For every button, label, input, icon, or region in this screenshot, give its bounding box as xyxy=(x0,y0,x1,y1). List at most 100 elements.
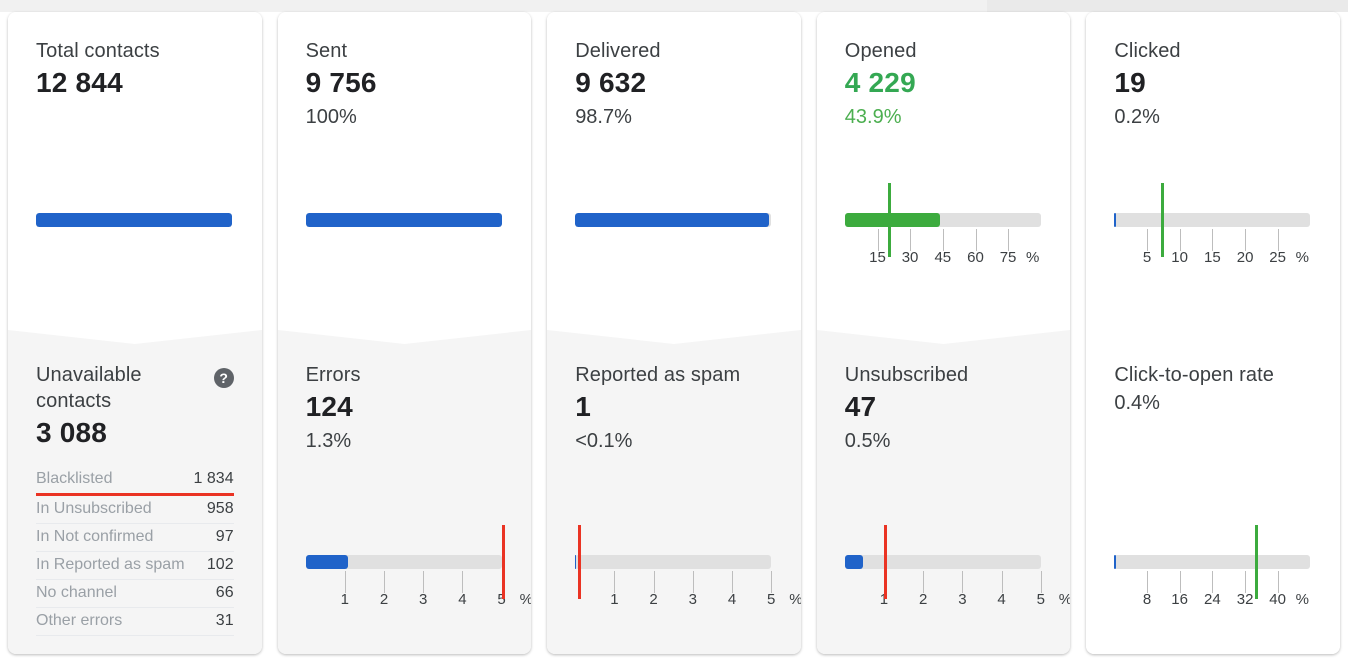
card-5-bottom-gauge-tick-40 xyxy=(1277,571,1279,593)
card-3-bottom-percent: <0.1% xyxy=(575,430,633,452)
card-3-lower-content: Reported as spam 1 <0.1% 1 2 3 4 5% xyxy=(547,344,801,608)
card-3-bottom-gauge-wrap: 1 2 3 4 5% xyxy=(575,525,801,608)
stat-card-3[interactable]: Delivered 9 632 98.7% Reported as spam 1 <0.1… xyxy=(547,12,801,654)
card-4-top-gauge: 15 30 45 60 75% xyxy=(844,183,1041,266)
card-2-bottom-gauge-ticklabel-4: 4 xyxy=(458,591,467,608)
card-3-bottom-gauge-ticklabel-2: 2 xyxy=(649,591,658,608)
card-2-top-percent: 100% xyxy=(305,106,357,128)
card-3-bottom-label: Reported as spam xyxy=(575,364,741,386)
breakdown-row[interactable]: In Reported as spam 102 xyxy=(36,552,234,580)
card-3-top-percent: 98.7% xyxy=(575,106,632,128)
breakdown-row[interactable]: Other errors 31 xyxy=(36,608,234,636)
card-4-bottom-gauge-ticklabel-2: 2 xyxy=(919,591,928,608)
breakdown-row-name: In Reported as spam xyxy=(36,556,185,573)
card-2-bottom-gauge-tick-3 xyxy=(423,571,425,593)
card-3-bottom-gauge-unit: % xyxy=(789,591,801,608)
card-2-bottom-gauge-tick-4 xyxy=(462,571,464,593)
card-2-bottom-value: 124 xyxy=(305,391,353,422)
breakdown-row[interactable]: No channel 66 xyxy=(36,580,234,608)
card-4-bottom-gauge-fill xyxy=(844,555,864,569)
card-4-top-label: Opened xyxy=(844,40,917,62)
card-3-bottom-gauge-tick-1 xyxy=(614,571,616,593)
card-1-bottom-value: 3 088 xyxy=(36,417,108,448)
breakdown-row-name: Other errors xyxy=(36,612,123,629)
card-4-bottom-label-row: Unsubscribed xyxy=(845,362,1043,388)
card-1-top-progress-bar-track xyxy=(36,213,232,227)
card-1-upper-content: Total contacts 12 844 xyxy=(8,12,262,330)
card-4-top-value: 4 229 xyxy=(844,67,916,98)
card-4-bottom-gauge-tick-4 xyxy=(1001,571,1003,593)
card-2-bottom-gauge-ticklabel-2: 2 xyxy=(379,591,389,608)
card-3-top-progress-bar-track xyxy=(575,213,772,227)
card-5-top-gauge-unit: % xyxy=(1295,249,1309,266)
card-5-bottom-gauge-wrap: 8 16 24 32 40% xyxy=(1114,525,1311,608)
card-2-bottom-label: Errors xyxy=(305,364,361,386)
card-2-top-progress-bar-fill xyxy=(305,213,502,227)
card-3-bottom-label-row: Reported as spam xyxy=(575,362,773,388)
card-4-upper-panel: Opened 4 229 43.9% 15 30 45 60 75% xyxy=(816,12,1071,344)
card-5-upper-panel: Clicked 19 0.2% 5 10 15 20 25% xyxy=(1086,12,1340,344)
card-1-top-progress-bar-wrap xyxy=(36,213,232,227)
card-3-bottom-gauge-tick-3 xyxy=(692,571,694,593)
card-3-bottom-gauge-tick-4 xyxy=(731,571,733,593)
breakdown-row-name: In Not confirmed xyxy=(36,528,154,545)
breakdown-row-value: 958 xyxy=(206,500,234,517)
card-5-bottom-gauge-tick-8 xyxy=(1147,571,1149,593)
card-2-bottom-gauge-tick-1 xyxy=(344,571,346,593)
card-2-top-progress-bar-wrap xyxy=(305,213,502,227)
card-3-top-label: Delivered xyxy=(575,40,661,62)
card-3-bottom-gauge-track xyxy=(575,555,772,569)
stat-card-1[interactable]: Total contacts 12 844 Unavailable contacts… xyxy=(8,12,262,654)
card-5-top-gauge-fill xyxy=(1114,213,1116,227)
card-4-top-gauge-tick-60 xyxy=(975,229,977,251)
stat-card-4[interactable]: Opened 4 229 43.9% 15 30 45 60 75% Unsubscribed 4… xyxy=(816,12,1071,654)
card-5-top-gauge-tick-15 xyxy=(1212,229,1214,251)
card-3-top-progress-bar-wrap xyxy=(575,213,772,227)
help-icon[interactable]: ? xyxy=(213,368,234,388)
stat-card-5[interactable]: Clicked 19 0.2% 5 10 15 20 25% Click-to-open rat… xyxy=(1086,12,1340,654)
card-4-top-gauge-unit: % xyxy=(1026,249,1040,266)
card-5-top-gauge-ticklabel-25: 25 xyxy=(1269,249,1286,266)
card-4-bottom-gauge-unit: % xyxy=(1059,591,1071,608)
card-5-bottom-gauge-track xyxy=(1114,555,1311,569)
card-5-top-gauge: 5 10 15 20 25% xyxy=(1114,183,1311,266)
card-4-bottom-gauge-tick-3 xyxy=(962,571,964,593)
card-1-bottom-label: Unavailable contacts xyxy=(36,364,142,412)
card-1-lower-content: Unavailable contacts? 3 088 Blacklisted 1 8… xyxy=(8,344,262,636)
card-5-bottom-gauge-ticklabel-24: 24 xyxy=(1204,591,1221,608)
card-5-bottom-gauge-ticklabel-16: 16 xyxy=(1171,591,1188,608)
card-3-bottom-gauge-threshold-marker xyxy=(577,525,581,599)
breakdown-row[interactable]: In Unsubscribed 958 xyxy=(36,496,234,524)
card-5-top-label: Clicked xyxy=(1114,40,1181,62)
breakdown-row-name: Blacklisted xyxy=(36,470,113,487)
card-4-top-gauge-ticklabel-15: 15 xyxy=(869,249,886,266)
card-4-bottom-gauge-ticklabel-3: 3 xyxy=(958,591,967,608)
card-1-bottom-breakdown-list: Blacklisted 1 834 In Unsubscribed 958 In Not… xyxy=(36,466,234,636)
card-slot-1: Total contacts 12 844 Unavailable contacts… xyxy=(0,12,270,666)
card-5-top-value: 19 xyxy=(1114,67,1146,98)
card-3-bottom-gauge-ticklabel-5: 5 xyxy=(767,591,776,608)
card-slot-5: Clicked 19 0.2% 5 10 15 20 25% Click-to-open rat… xyxy=(1078,12,1348,666)
breakdown-row[interactable]: In Not confirmed 97 xyxy=(36,524,234,552)
card-2-bottom-gauge-unit: % xyxy=(520,591,532,608)
card-4-bottom-gauge-threshold-marker xyxy=(883,525,887,599)
card-4-bottom-gauge-ticklabel-5: 5 xyxy=(1036,591,1045,608)
stat-card-2[interactable]: Sent9 756100%Errors1241.3%12345% xyxy=(277,12,532,654)
card-3-bottom-value: 1 xyxy=(575,391,591,422)
card-4-top-gauge-ticklabel-30: 30 xyxy=(901,249,919,266)
card-3-bottom-gauge-tick-2 xyxy=(653,571,655,593)
card-3-bottom-gauge-ticklabel-1: 1 xyxy=(610,591,619,608)
card-4-top-gauge-tick-75 xyxy=(1008,229,1010,251)
card-3-bottom-gauge-tick-5 xyxy=(771,571,773,593)
card-5-bottom-label: Click-to-open rate xyxy=(1114,364,1275,386)
card-5-upper-content: Clicked 19 0.2% 5 10 15 20 25% xyxy=(1086,12,1340,330)
card-4-bottom-gauge-tick-2 xyxy=(923,571,925,593)
card-5-bottom-gauge-ticklabel-40: 40 xyxy=(1269,591,1286,608)
card-2-bottom-gauge-ticklabel-1: 1 xyxy=(340,591,349,608)
card-5-bottom-label-row: Click-to-open rate xyxy=(1114,362,1312,388)
card-5-top-gauge-ticklabel-5: 5 xyxy=(1142,249,1152,266)
breakdown-row-value: 66 xyxy=(215,584,234,601)
breakdown-row[interactable]: Blacklisted 1 834 xyxy=(36,466,234,496)
breakdown-row-name: In Unsubscribed xyxy=(36,500,152,517)
breakdown-row-value: 31 xyxy=(215,612,234,629)
